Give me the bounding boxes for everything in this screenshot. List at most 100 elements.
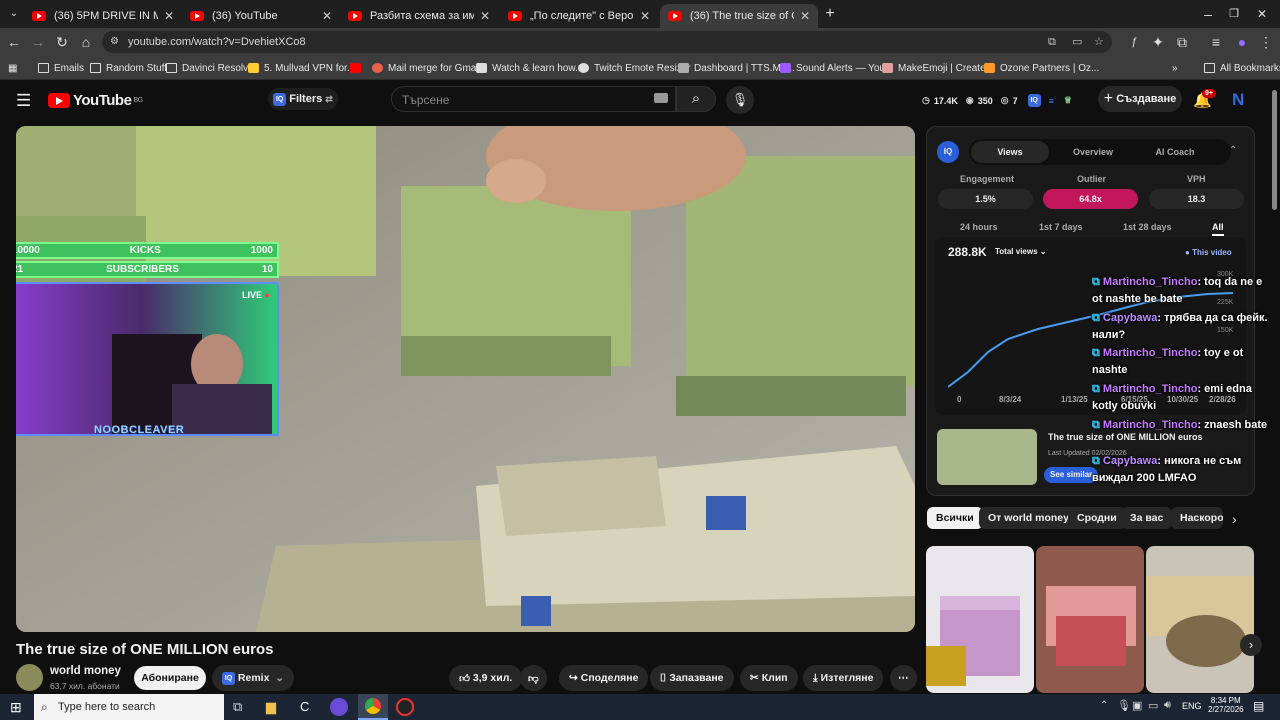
cast-icon[interactable]: ▭ (1072, 31, 1082, 53)
bookmark-star-icon[interactable]: ☆ (1094, 31, 1104, 53)
reload-icon[interactable]: ↻ (52, 32, 72, 52)
tab-search-menu-icon[interactable]: ≡ (1206, 32, 1226, 52)
thumbnails-next-button[interactable]: › (1240, 634, 1262, 656)
save-button[interactable]: ⌷ Запазване (650, 665, 734, 691)
tab-1[interactable]: (36) 5PM DRIVE IN MURDERED ✕ (24, 4, 182, 28)
bookmark-random-stuff[interactable]: Random Stuff (90, 60, 167, 76)
address-bar[interactable]: ⚙ youtube.com/watch?v=DvehietXCo8 ⧉ ▭ ☆ (102, 31, 1112, 53)
bookmark-emails[interactable]: Emails (38, 60, 84, 76)
back-icon[interactable]: ← (4, 32, 24, 52)
extension-fx-icon[interactable]: ƒ (1124, 32, 1144, 52)
chips-next-chevron-icon[interactable]: › (1232, 511, 1237, 527)
close-tab-icon[interactable]: ✕ (800, 9, 810, 23)
tab-5-active[interactable]: (36) The true size of ONE M ✕ (660, 4, 818, 28)
browser-menu-icon[interactable]: ⋮ (1256, 32, 1276, 52)
clock[interactable]: 8:34 PM 2/27/2026 (1208, 696, 1244, 714)
notification-center-icon[interactable]: ▤ (1253, 699, 1264, 713)
app-icon-obs[interactable] (396, 698, 414, 716)
chip-from-channel[interactable]: От world money (979, 507, 1078, 529)
chip-for-you[interactable]: За вас (1121, 507, 1173, 529)
video-player[interactable]: 10000 KICKS 1000 21 SUBSCRIBERS 10 LIVE … (16, 126, 915, 632)
search-input[interactable]: Търсене (391, 86, 676, 112)
network-icon[interactable]: ▭ (1148, 699, 1158, 712)
page-scrollbar[interactable] (1272, 90, 1277, 210)
channel-name[interactable]: world money (50, 665, 121, 677)
trophy-icon[interactable]: ♕ (1064, 95, 1072, 106)
dislike-button[interactable]: 👎︎ (520, 665, 547, 691)
search-button[interactable]: ⌕ (676, 86, 716, 112)
clip-button[interactable]: ✂ Клип (740, 665, 798, 691)
tab-ai-coach[interactable]: AI Coach (1143, 141, 1207, 163)
tab-2[interactable]: (36) YouTube ✕ (182, 4, 340, 28)
share-button[interactable]: ↪ Споделяне (559, 665, 649, 691)
file-explorer-icon[interactable]: ▆ (266, 699, 276, 715)
task-view-icon[interactable]: ⧉ (233, 699, 242, 715)
filters-button[interactable]: IQ Filters ⇄ (268, 88, 338, 110)
windows-start-icon[interactable]: ⊞ (10, 699, 22, 716)
create-button[interactable]: + Създаване (1098, 86, 1182, 112)
total-views-select[interactable]: Total views ⌄ (995, 247, 1046, 256)
account-avatar[interactable]: N (1232, 90, 1244, 110)
tab-4[interactable]: „По следите" с Вероника | Би ✕ (500, 4, 658, 28)
see-similar-button[interactable]: See similar (1044, 467, 1099, 483)
bookmark-twitch-resizer[interactable]: Twitch Emote Resizer (578, 60, 691, 76)
volume-icon[interactable]: 🔊︎ (1164, 699, 1171, 712)
remix-button[interactable]: IQ Remix ⌄ (212, 665, 295, 691)
bookmark-sound-alerts[interactable]: Sound Alerts — You... (780, 60, 893, 76)
keyboard-icon[interactable] (654, 93, 668, 103)
minimize-button[interactable]: – (1198, 4, 1218, 24)
bookmark-mail-merge[interactable]: Mail merge for Gma... (372, 60, 485, 76)
bookmark-ozone[interactable]: Ozone Partners | Oz... (984, 60, 1099, 76)
hamburger-menu-icon[interactable]: ☰ (16, 91, 31, 111)
range-24h[interactable]: 24 hours (960, 222, 998, 232)
related-thumbnail-2[interactable] (1036, 546, 1144, 693)
close-tab-icon[interactable]: ✕ (164, 9, 174, 23)
range-28d[interactable]: 1st 28 days (1123, 222, 1172, 232)
similar-thumbnail[interactable] (937, 429, 1037, 485)
channel-avatar[interactable] (16, 664, 43, 691)
close-tab-icon[interactable]: ✕ (480, 9, 490, 23)
chrome-taskbar-button[interactable] (358, 694, 388, 720)
chip-related[interactable]: Сродни (1068, 507, 1126, 529)
subscribe-button[interactable]: Абониране (134, 666, 206, 690)
related-thumbnail-1[interactable] (926, 546, 1034, 693)
app-icon-discord[interactable] (330, 698, 348, 716)
tray-app-icon[interactable]: ▣ (1132, 699, 1142, 712)
bookmark-makeemoji[interactable]: MakeEmoji | Create... (882, 60, 994, 76)
range-7d[interactable]: 1st 7 days (1039, 222, 1083, 232)
range-all[interactable]: All (1212, 222, 1224, 236)
restore-button[interactable]: ❐ (1224, 4, 1244, 24)
language-indicator[interactable]: ENG (1182, 701, 1202, 711)
site-info-icon[interactable]: ⚙ (110, 31, 119, 53)
voice-search-button[interactable]: 🎙 (726, 86, 754, 114)
apps-grid-icon[interactable]: ▦ (8, 60, 17, 76)
profile-avatar[interactable]: ● (1232, 32, 1252, 52)
bookmark-mullvad[interactable]: 5. Mullvad VPN for... (248, 60, 355, 76)
app-icon-c[interactable]: C (300, 699, 309, 714)
extension-icon[interactable]: ✦ (1148, 32, 1168, 52)
chip-recent[interactable]: Наскоро (1171, 507, 1223, 529)
home-icon[interactable]: ⌂ (76, 32, 96, 52)
iq-icon[interactable]: IQ (1027, 94, 1041, 107)
all-bookmarks[interactable]: All Bookmarks (1204, 60, 1280, 76)
bookmark-youtube[interactable] (350, 60, 366, 76)
taskbar-search-input[interactable]: ⌕ Type here to search (34, 694, 224, 720)
close-window-button[interactable]: ✕ (1252, 4, 1272, 24)
tray-chevron-icon[interactable]: ⌃ (1100, 700, 1108, 711)
download-button[interactable]: ⤓ Изтегляне (803, 665, 884, 691)
bookmark-davinci[interactable]: Davinci Resolve (166, 60, 254, 76)
bookmark-dashboard[interactable]: Dashboard | TTS.Mo... (678, 60, 795, 76)
like-button[interactable]: 👍︎ 3,9 хил. (449, 665, 523, 691)
close-tab-icon[interactable]: ✕ (640, 9, 650, 23)
translate-icon[interactable]: ⧉ (1048, 31, 1056, 53)
more-actions-button[interactable]: ⋯ (890, 665, 917, 691)
tab-overview[interactable]: Overview (1061, 141, 1125, 163)
bookmark-watch-learn[interactable]: Watch & learn how... (476, 60, 583, 76)
tab-3[interactable]: Разбита схема за имотни изм ✕ (340, 4, 498, 28)
extensions-puzzle-icon[interactable]: ⧉ (1172, 32, 1192, 52)
list-icon[interactable]: ≡ (1049, 96, 1054, 106)
related-thumbnail-3[interactable] (1146, 546, 1254, 693)
collapse-chevron-icon[interactable]: ⌃ (1229, 145, 1237, 156)
new-tab-button[interactable]: + (820, 4, 840, 24)
chip-all[interactable]: Всички (927, 507, 983, 529)
